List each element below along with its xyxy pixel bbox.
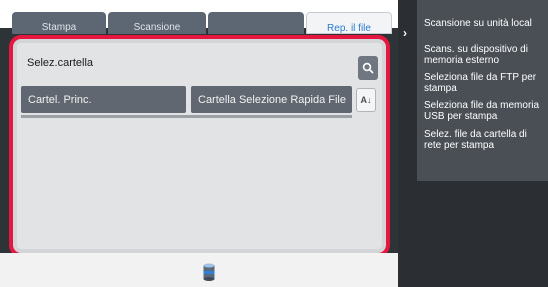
tab-blank[interactable] [208, 12, 304, 34]
folder-cartel-princ-label: Cartel. Princ. [28, 93, 92, 106]
search-button[interactable] [358, 56, 378, 80]
folder-select-dialog: Selez.cartella Cartel. Princ. Cartella S… [9, 35, 390, 257]
bottom-strip [0, 253, 398, 287]
tab-scansione-label: Scansione [133, 22, 181, 33]
menu-item-cartella-rete[interactable]: Selez. file da cartella di rete per stam… [424, 129, 546, 151]
storage-icon [203, 263, 215, 281]
path-label: Selez.cartella [27, 57, 94, 69]
menu-item-memoria-esterno[interactable]: Scans. su dispositivo di memoria esterno [424, 44, 546, 66]
folder-selezione-rapida-label: Cartella Selezione Rapida File [198, 93, 346, 106]
sort-icon: A↓ [360, 95, 372, 105]
tab-rep-il-file-label: Rep. il file [327, 23, 371, 34]
search-icon [362, 62, 374, 74]
menu-item-ftp[interactable]: Seleziona file da FTP per stampa [424, 72, 546, 94]
chevron-right-icon: › [403, 26, 407, 40]
sort-button[interactable]: A↓ [356, 88, 376, 112]
menu-item-usb[interactable]: Seleziona file da memoria USB per stampa [424, 100, 546, 122]
tab-stampa-label: Stampa [41, 22, 77, 33]
folder-cartel-princ-button[interactable]: Cartel. Princ. [21, 86, 186, 113]
folder-selezione-rapida-button[interactable]: Cartella Selezione Rapida File [191, 86, 352, 113]
folder-divider [21, 115, 352, 118]
tab-stampa[interactable]: Stampa [12, 12, 106, 34]
menu-item-scansione-locale[interactable]: Scansione su unità local [424, 18, 546, 29]
dialog-content: Selez.cartella Cartel. Princ. Cartella S… [17, 43, 382, 249]
tab-rep-il-file[interactable]: Rep. il file [306, 12, 392, 34]
tab-scansione[interactable]: Scansione [108, 12, 206, 34]
